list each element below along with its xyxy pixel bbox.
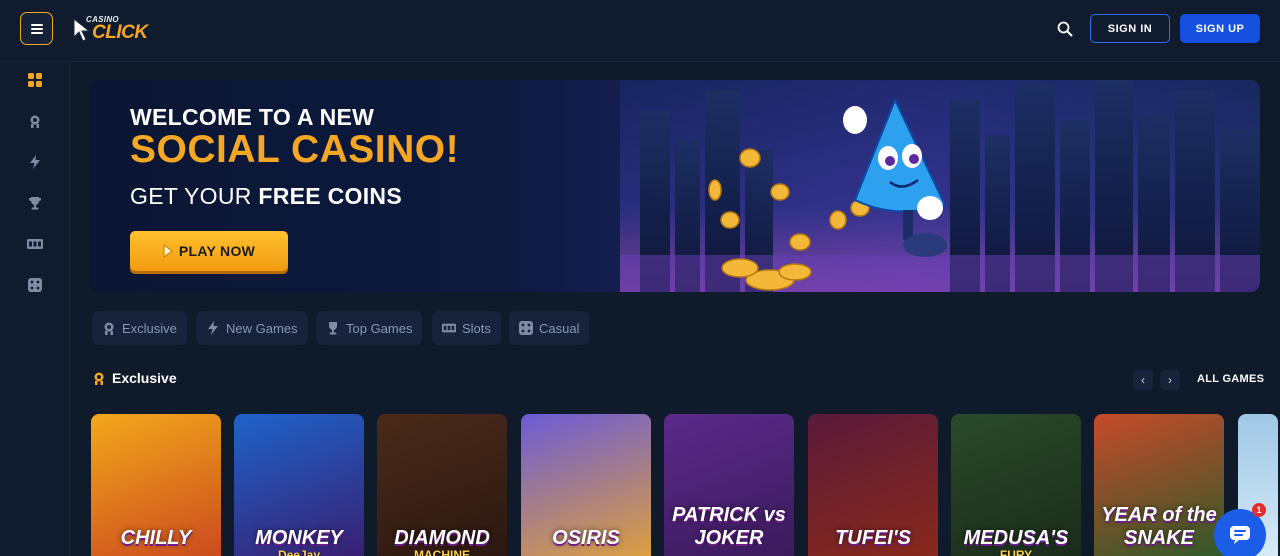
game-title: CHILLY <box>120 527 192 549</box>
lightning-icon <box>30 155 40 169</box>
scroll-right-button[interactable]: › <box>1160 370 1180 390</box>
category-label: Exclusive <box>122 320 177 336</box>
game-title: OSIRIS <box>552 527 620 549</box>
search-icon <box>1057 21 1073 37</box>
banner-line3-prefix: GET YOUR <box>130 183 259 209</box>
game-card[interactable]: MEDUSA'S FURY <box>951 414 1081 556</box>
promo-banner[interactable]: WELCOME TO A NEW SOCIAL CASINO! GET YOUR… <box>90 80 1260 292</box>
category-chip-top-games[interactable]: Top Games <box>316 311 423 345</box>
city-skyline-illustration <box>620 80 1260 292</box>
sidebar <box>0 62 70 556</box>
game-title: MONKEY <box>255 527 343 549</box>
category-label: Top Games <box>346 320 413 336</box>
lightning-icon <box>206 321 220 335</box>
section-title-text: Exclusive <box>112 370 177 386</box>
chevron-left-icon: ‹ <box>1141 373 1145 387</box>
game-card[interactable]: PATRICK vs JOKER <box>664 414 794 556</box>
banner-title-line1: WELCOME TO A NEW <box>130 104 375 130</box>
sidebar-item-new-games[interactable] <box>22 149 48 175</box>
menu-button[interactable] <box>20 12 53 45</box>
scroll-left-button[interactable]: ‹ <box>1133 370 1153 390</box>
game-title: YEAR of the SNAKE <box>1101 504 1217 549</box>
banner-line3-bold: FREE COINS <box>258 183 402 209</box>
search-button[interactable] <box>1052 16 1078 42</box>
play-icon <box>163 244 173 258</box>
play-now-button[interactable]: PLAY NOW <box>130 231 288 271</box>
game-card[interactable]: TUFEI'S <box>808 414 938 556</box>
casino-click-logo[interactable]: CASINO CLICK <box>70 13 160 45</box>
slots-icon <box>27 239 43 249</box>
crown-medal-icon <box>94 372 104 385</box>
game-title: MEDUSA'S <box>963 527 1069 549</box>
dice-icon <box>519 321 533 335</box>
dice-icon <box>28 278 42 292</box>
game-subtitle: FURY <box>999 548 1033 556</box>
trophy-icon <box>326 321 340 335</box>
all-games-link[interactable]: ALL GAMES <box>1197 373 1264 385</box>
category-chip-slots[interactable]: Slots <box>432 311 501 345</box>
sidebar-item-casual[interactable] <box>22 272 48 298</box>
game-subtitle: DeeJay <box>277 548 321 556</box>
sign-in-button[interactable]: SIGN IN <box>1090 14 1170 43</box>
game-title: DIAMOND <box>394 527 490 549</box>
game-subtitle: MACHINE <box>414 548 470 556</box>
category-chip-exclusive[interactable]: Exclusive <box>92 311 187 345</box>
play-now-label: PLAY NOW <box>178 243 256 259</box>
category-label: Casual <box>539 320 580 336</box>
game-title: PATRICK vs JOKER <box>672 504 786 549</box>
sidebar-item-home[interactable] <box>22 67 48 93</box>
sidebar-item-exclusive[interactable] <box>22 108 48 134</box>
chat-notification-badge: 1 <box>1252 503 1266 517</box>
game-card[interactable]: MONKEY DeeJay <box>234 414 364 556</box>
chevron-right-icon: › <box>1168 373 1172 387</box>
category-chip-new-games[interactable]: New Games <box>196 311 308 345</box>
game-card[interactable]: DIAMOND MACHINE <box>377 414 507 556</box>
hamburger-icon <box>30 23 43 34</box>
sign-up-button[interactable]: SIGN UP <box>1180 14 1260 43</box>
crown-medal-icon <box>102 321 116 335</box>
crown-medal-icon <box>30 115 40 128</box>
category-label: New Games <box>226 320 298 336</box>
category-label: Slots <box>462 320 491 336</box>
top-header: CASINO CLICK SIGN IN SIGN UP <box>0 0 1280 62</box>
game-card[interactable]: YEAR of the SNAKE <box>1094 414 1224 556</box>
game-title: TUFEI'S <box>835 527 911 549</box>
game-card[interactable]: OSIRIS <box>521 414 651 556</box>
category-chip-casual[interactable]: Casual <box>509 311 590 345</box>
trophy-icon <box>29 197 41 210</box>
slots-icon <box>442 321 456 335</box>
banner-title-line3: GET YOUR FREE COINS <box>130 183 402 210</box>
game-card[interactable]: CHILLY <box>91 414 221 556</box>
section-title-exclusive: Exclusive <box>92 370 177 386</box>
sidebar-item-slots[interactable] <box>22 231 48 257</box>
chat-icon <box>1230 526 1250 544</box>
sidebar-item-top-games[interactable] <box>22 190 48 216</box>
banner-title-line2: SOCIAL CASINO! <box>130 128 460 171</box>
logo-big-text: CLICK <box>92 22 148 43</box>
grid-icon <box>28 73 42 87</box>
